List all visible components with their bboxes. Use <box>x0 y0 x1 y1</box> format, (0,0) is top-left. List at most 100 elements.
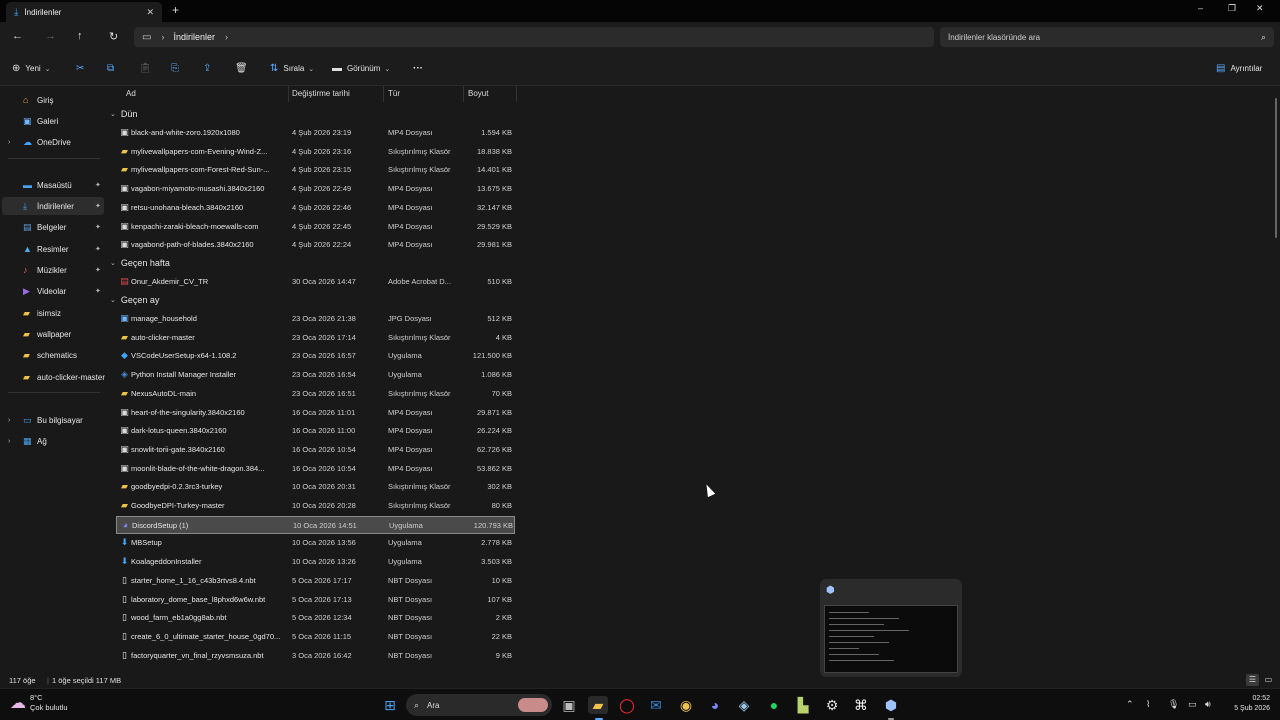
search-icon[interactable]: ⌕ <box>1261 32 1266 43</box>
sidebar-item-pictures[interactable]: ▲ Resimler ✦ <box>0 240 106 258</box>
table-row[interactable]: ▯ wood_farm_eb1a0gg8ab.nbt 5 Oca 2026 12:3… <box>116 609 515 627</box>
sidebar-item-this-pc[interactable]: › ▭ Bu bilgisayar <box>0 411 106 429</box>
table-row[interactable]: ▰ NexusAutoDL-main 23 Oca 2026 16:51 Sıkışt… <box>116 385 515 403</box>
table-row[interactable]: ▣ retsu-unohana-bleach.3840x2160 4 Şub 202… <box>116 199 515 217</box>
tiles-view-icon[interactable]: ▭ <box>1262 674 1275 686</box>
microphone-icon[interactable]: 🎙︎ <box>1168 699 1179 710</box>
tab-downloads[interactable]: ⤓ İndirilenler ✕ <box>6 2 162 22</box>
table-row[interactable]: ▣ moonlit-blade-of-the-white-dragon.384..… <box>116 460 515 478</box>
table-row[interactable]: ▰ mylivewallpapers-com-Forest-Red-Sun-...… <box>116 161 515 179</box>
sort-button[interactable]: ⇅ Sırala ⌄ <box>270 63 314 74</box>
table-row[interactable]: ▰ mylivewallpapers-com-Evening-Wind-Z... 4… <box>116 143 515 161</box>
sidebar-item-videos[interactable]: ▶ Videolar ✦ <box>0 282 106 300</box>
group-header-last-week[interactable]: ⌄ Geçen hafta <box>110 258 170 268</box>
column-header-type[interactable]: Tür <box>384 86 464 102</box>
close-window-button[interactable]: ✕ <box>1256 3 1264 14</box>
pin-icon[interactable]: ✦ <box>95 245 101 253</box>
sidebar-item-music[interactable]: ♪ Müzikler ✦ <box>0 261 106 279</box>
task-view-icon[interactable]: ▣ <box>559 696 579 714</box>
table-row[interactable]: ▰ goodbyedpi-0.2.3rc3-turkey 10 Oca 2026 2… <box>116 478 515 496</box>
table-row[interactable]: ▣ vagabond-path-of-blades.3840x2160 4 Şub … <box>116 236 515 254</box>
table-row[interactable]: ▣ kenpachi-zaraki-bleach-moewalls-com 4 Şu… <box>116 218 515 236</box>
pin-icon[interactable]: ✦ <box>95 181 101 189</box>
view-button[interactable]: ▬ Görünüm ⌄ <box>332 63 390 74</box>
minecraft-launcher-icon[interactable]: ▙ <box>793 696 813 714</box>
table-row[interactable]: ▣ black-and-white-zoro.1920x1080 4 Şub 202… <box>116 124 515 142</box>
table-row[interactable]: ▣ heart-of-the-singularity.3840x2160 16 Oc… <box>116 404 515 422</box>
table-row[interactable]: ▰ auto-clicker-master 23 Oca 2026 17:14 Sık… <box>116 329 515 347</box>
terminal-icon[interactable]: ⌘ <box>851 696 871 714</box>
search-box[interactable]: ⌕ <box>940 27 1274 47</box>
network-muted-icon[interactable]: ⌇ <box>1146 699 1150 710</box>
chevron-right-icon[interactable]: › <box>161 32 164 42</box>
sidebar-item-home[interactable]: ⌂ Giriş <box>0 91 106 109</box>
clock[interactable]: 02:52 5 Şub 2026 <box>1224 694 1270 714</box>
refresh-icon[interactable]: ↻ <box>109 30 118 43</box>
vertical-scrollbar[interactable] <box>1275 98 1277 238</box>
group-header-last-month[interactable]: ⌄ Geçen ay <box>110 295 159 305</box>
app-icon[interactable]: ⬢ <box>881 696 901 714</box>
table-row[interactable]: ◆ VSCodeUserSetup-x64-1.108.2 23 Oca 2026 … <box>116 347 515 365</box>
table-row[interactable]: ▣ snowlit-torii-gate.3840x2160 16 Oca 2026… <box>116 441 515 459</box>
window-preview-thumbnail[interactable]: ⬢ <box>820 579 962 677</box>
table-row[interactable]: ▣ manage_household 23 Oca 2026 21:38 JPG Do… <box>116 310 515 328</box>
table-row[interactable]: ▯ create_6_0_ultimate_starter_house_0gd70… <box>116 628 515 646</box>
file-explorer-icon[interactable]: ▰ <box>588 696 608 714</box>
minimize-button[interactable]: – <box>1198 3 1203 13</box>
sidebar-item-network[interactable]: › ▦ Ağ <box>0 432 106 450</box>
search-input[interactable] <box>948 32 1261 42</box>
new-button[interactable]: ⊕ Yeni ⌄ <box>12 63 51 74</box>
copy-button[interactable]: ⧉ <box>107 63 119 74</box>
discord-icon[interactable]: ◕ <box>705 696 725 714</box>
table-row[interactable]: ▣ dark-lotus-queen.3840x2160 16 Oca 2026 1… <box>116 422 515 440</box>
table-row[interactable]: ▯ factoryquarter_vn_final_rzyvsmsuza.nbt 3… <box>116 647 515 665</box>
pin-icon[interactable]: ✦ <box>95 202 101 210</box>
details-pane-button[interactable]: ▤ Ayrıntılar <box>1216 63 1262 74</box>
back-arrow-icon[interactable]: ← <box>12 30 23 42</box>
rename-button[interactable]: ⎘ <box>171 63 184 74</box>
table-row[interactable]: ⬇ KoalageddonInstaller 10 Oca 2026 13:26 Uy… <box>116 553 515 571</box>
spotify-icon[interactable]: ● <box>764 696 784 714</box>
chrome-icon[interactable]: ◉ <box>676 696 696 714</box>
forward-arrow-icon[interactable]: → <box>45 30 56 42</box>
chevron-right-icon[interactable]: › <box>8 417 10 424</box>
table-row[interactable]: ▤ Onur_Akdemir_CV_TR 30 Oca 2026 14:47 Adob… <box>116 273 515 291</box>
details-view-icon[interactable]: ☰ <box>1246 674 1259 686</box>
chevron-up-icon[interactable]: ⌃ <box>1126 699 1134 710</box>
cut-button[interactable]: ✂ <box>76 63 89 74</box>
close-tab-icon[interactable]: ✕ <box>146 7 154 18</box>
display-icon[interactable]: ▭ <box>1188 699 1197 710</box>
column-header-name[interactable]: Ad <box>122 86 289 102</box>
pin-icon[interactable]: ✦ <box>95 266 101 274</box>
up-arrow-icon[interactable]: ↑ <box>77 30 83 42</box>
sidebar-item-isimsiz[interactable]: ▰ isimsiz <box>0 304 106 322</box>
mail-icon[interactable]: ✉ <box>646 696 666 714</box>
more-options-button[interactable]: ··· <box>413 63 423 74</box>
sidebar-item-schematics[interactable]: ▰ schematics <box>0 346 106 364</box>
chevron-right-icon[interactable]: › <box>8 139 10 146</box>
delete-button[interactable]: 🗑︎ <box>235 63 253 74</box>
settings-icon[interactable]: ⚙ <box>822 696 842 714</box>
steam-icon[interactable]: ◈ <box>734 696 754 714</box>
opera-icon[interactable]: ◯ <box>617 696 637 714</box>
new-tab-button[interactable]: + <box>172 3 179 17</box>
table-row[interactable]: ◕ DiscordSetup (1) 10 Oca 2026 14:51 Uygula… <box>116 515 515 534</box>
volume-icon[interactable]: 🔊︎ <box>1205 699 1211 710</box>
sidebar-item-gallery[interactable]: ▣ Galeri <box>0 112 106 130</box>
maximize-button[interactable]: ❐ <box>1228 3 1236 14</box>
weather-widget[interactable]: ☁ 8°C Çok bulutlu <box>10 693 68 713</box>
paste-button[interactable]: 📋︎ <box>139 63 157 74</box>
breadcrumb[interactable]: ▭ › İndirilenler › <box>134 27 934 47</box>
sidebar-item-wallpaper[interactable]: ▰ wallpaper <box>0 325 106 343</box>
sidebar-item-desktop[interactable]: ▬ Masaüstü ✦ <box>0 176 106 194</box>
table-row[interactable]: ◈ Python Install Manager Installer 23 Oca … <box>116 366 515 384</box>
table-row[interactable]: ▣ vagabon-miyamoto-musashi.3840x2160 4 Şub… <box>116 180 515 198</box>
pin-icon[interactable]: ✦ <box>95 223 101 231</box>
sidebar-item-documents[interactable]: ▤ Belgeler ✦ <box>0 218 106 236</box>
table-row[interactable]: ▯ starter_home_1_16_c43b3rtvs8.4.nbt 5 Oca… <box>116 572 515 590</box>
breadcrumb-downloads[interactable]: İndirilenler <box>173 32 215 42</box>
table-row[interactable]: ▯ laboratory_dome_base_l8phxd6w6w.nbt 5 Oc… <box>116 591 515 609</box>
column-header-date[interactable]: Değiştirme tarihi <box>288 86 384 102</box>
sidebar-item-downloads[interactable]: ⤓ İndirilenler ✦ <box>2 197 104 215</box>
start-icon[interactable]: ⊞ <box>380 696 400 714</box>
